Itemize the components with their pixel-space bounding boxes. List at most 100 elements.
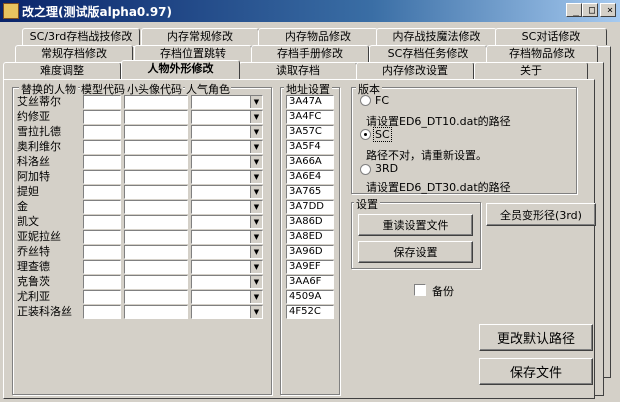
portrait-code-input[interactable] xyxy=(124,245,188,259)
model-code-input[interactable] xyxy=(83,110,121,124)
portrait-code-input[interactable] xyxy=(124,260,188,274)
chevron-down-icon[interactable]: ▼ xyxy=(250,276,262,288)
chevron-down-icon[interactable]: ▼ xyxy=(250,216,262,228)
3rd-radio[interactable] xyxy=(360,164,371,175)
tab-row2-4[interactable]: 存档物品修改 xyxy=(486,45,598,62)
reload-settings-button[interactable]: 重读设置文件 xyxy=(358,214,473,236)
portrait-code-input[interactable] xyxy=(124,110,188,124)
portrait-code-input[interactable] xyxy=(124,290,188,304)
chevron-down-icon[interactable]: ▼ xyxy=(250,231,262,243)
portrait-code-input[interactable] xyxy=(124,140,188,154)
tab-row3-2[interactable]: 读取存档 xyxy=(239,62,357,79)
address-input[interactable]: 3A47A xyxy=(286,95,334,109)
portrait-code-input[interactable] xyxy=(124,185,188,199)
3rd-label[interactable]: 3RD xyxy=(375,162,398,175)
model-code-input[interactable] xyxy=(83,245,121,259)
portrait-code-input[interactable] xyxy=(124,275,188,289)
popular-character-select[interactable]: ▼ xyxy=(191,275,263,289)
tab-row1-3[interactable]: 内存战技魔法修改 xyxy=(376,28,497,45)
portrait-code-input[interactable] xyxy=(124,305,188,319)
address-input[interactable]: 3A86D xyxy=(286,215,334,229)
close-button[interactable]: × xyxy=(600,3,616,17)
model-code-input[interactable] xyxy=(83,170,121,184)
portrait-code-input[interactable] xyxy=(124,230,188,244)
address-input[interactable]: 3A5F4 xyxy=(286,140,334,154)
chevron-down-icon[interactable]: ▼ xyxy=(250,171,262,183)
chevron-down-icon[interactable]: ▼ xyxy=(250,111,262,123)
model-code-input[interactable] xyxy=(83,230,121,244)
popular-character-select[interactable]: ▼ xyxy=(191,200,263,214)
popular-character-select[interactable]: ▼ xyxy=(191,290,263,304)
model-code-input[interactable] xyxy=(83,125,121,139)
popular-character-select[interactable]: ▼ xyxy=(191,230,263,244)
tab-row2-2[interactable]: 存档手册修改 xyxy=(251,45,369,62)
address-input[interactable]: 3A8ED xyxy=(286,230,334,244)
popular-character-select[interactable]: ▼ xyxy=(191,155,263,169)
fc-label[interactable]: FC xyxy=(375,94,389,107)
popular-character-select[interactable]: ▼ xyxy=(191,170,263,184)
chevron-down-icon[interactable]: ▼ xyxy=(250,291,262,303)
chevron-down-icon[interactable]: ▼ xyxy=(250,126,262,138)
tab-row2-3[interactable]: SC存档任务修改 xyxy=(369,45,487,62)
portrait-code-input[interactable] xyxy=(124,170,188,184)
chevron-down-icon[interactable]: ▼ xyxy=(250,306,262,318)
portrait-code-input[interactable] xyxy=(124,95,188,109)
model-code-input[interactable] xyxy=(83,260,121,274)
popular-character-select[interactable]: ▼ xyxy=(191,185,263,199)
address-input[interactable]: 3A4FC xyxy=(286,110,334,124)
maximize-button[interactable]: □ xyxy=(582,3,598,17)
tab-row3-3[interactable]: 内存修改设置 xyxy=(356,62,474,79)
address-input[interactable]: 3A66A xyxy=(286,155,334,169)
tab-row1-0[interactable]: SC/3rd存档战技修改 xyxy=(22,28,140,45)
address-input[interactable]: 3A6E4 xyxy=(286,170,334,184)
model-code-input[interactable] xyxy=(83,155,121,169)
tab-row1-4[interactable]: SC对话修改 xyxy=(495,28,607,45)
address-input[interactable]: 3A57C xyxy=(286,125,334,139)
model-code-input[interactable] xyxy=(83,275,121,289)
portrait-code-input[interactable] xyxy=(124,125,188,139)
chevron-down-icon[interactable]: ▼ xyxy=(250,261,262,273)
portrait-code-input[interactable] xyxy=(124,155,188,169)
chevron-down-icon[interactable]: ▼ xyxy=(250,201,262,213)
popular-character-select[interactable]: ▼ xyxy=(191,95,263,109)
tab-row3-0[interactable]: 难度调整 xyxy=(3,62,121,79)
chevron-down-icon[interactable]: ▼ xyxy=(250,186,262,198)
address-input[interactable]: 3AA6F xyxy=(286,275,334,289)
save-settings-button[interactable]: 保存设置 xyxy=(358,241,473,263)
popular-character-select[interactable]: ▼ xyxy=(191,215,263,229)
address-input[interactable]: 3A7DD xyxy=(286,200,334,214)
tab-row1-2[interactable]: 内存物品修改 xyxy=(258,28,378,45)
popular-character-select[interactable]: ▼ xyxy=(191,125,263,139)
backup-checkbox[interactable] xyxy=(414,284,426,296)
tab-row1-1[interactable]: 内存常规修改 xyxy=(141,28,259,45)
portrait-code-input[interactable] xyxy=(124,215,188,229)
minimize-button[interactable]: _ xyxy=(566,3,582,17)
portrait-code-input[interactable] xyxy=(124,200,188,214)
change-default-path-button[interactable]: 更改默认路径 xyxy=(479,324,593,351)
address-input[interactable]: 4F52C xyxy=(286,305,334,319)
model-code-input[interactable] xyxy=(83,185,121,199)
sc-radio[interactable] xyxy=(360,129,371,140)
chevron-down-icon[interactable]: ▼ xyxy=(250,156,262,168)
address-input[interactable]: 3A96D xyxy=(286,245,334,259)
model-code-input[interactable] xyxy=(83,305,121,319)
tab-row3-1[interactable]: 人物外形修改 xyxy=(121,60,240,79)
address-input[interactable]: 4509A xyxy=(286,290,334,304)
popular-character-select[interactable]: ▼ xyxy=(191,110,263,124)
address-input[interactable]: 3A9EF xyxy=(286,260,334,274)
fc-radio[interactable] xyxy=(360,95,371,106)
model-code-input[interactable] xyxy=(83,290,121,304)
chevron-down-icon[interactable]: ▼ xyxy=(250,96,262,108)
all-morph-button[interactable]: 全员变形径(3rd) xyxy=(486,203,596,226)
save-file-button[interactable]: 保存文件 xyxy=(479,358,593,385)
model-code-input[interactable] xyxy=(83,215,121,229)
model-code-input[interactable] xyxy=(83,140,121,154)
popular-character-select[interactable]: ▼ xyxy=(191,305,263,319)
model-code-input[interactable] xyxy=(83,200,121,214)
popular-character-select[interactable]: ▼ xyxy=(191,140,263,154)
chevron-down-icon[interactable]: ▼ xyxy=(250,141,262,153)
popular-character-select[interactable]: ▼ xyxy=(191,260,263,274)
chevron-down-icon[interactable]: ▼ xyxy=(250,246,262,258)
model-code-input[interactable] xyxy=(83,95,121,109)
sc-label[interactable]: SC xyxy=(373,127,392,142)
